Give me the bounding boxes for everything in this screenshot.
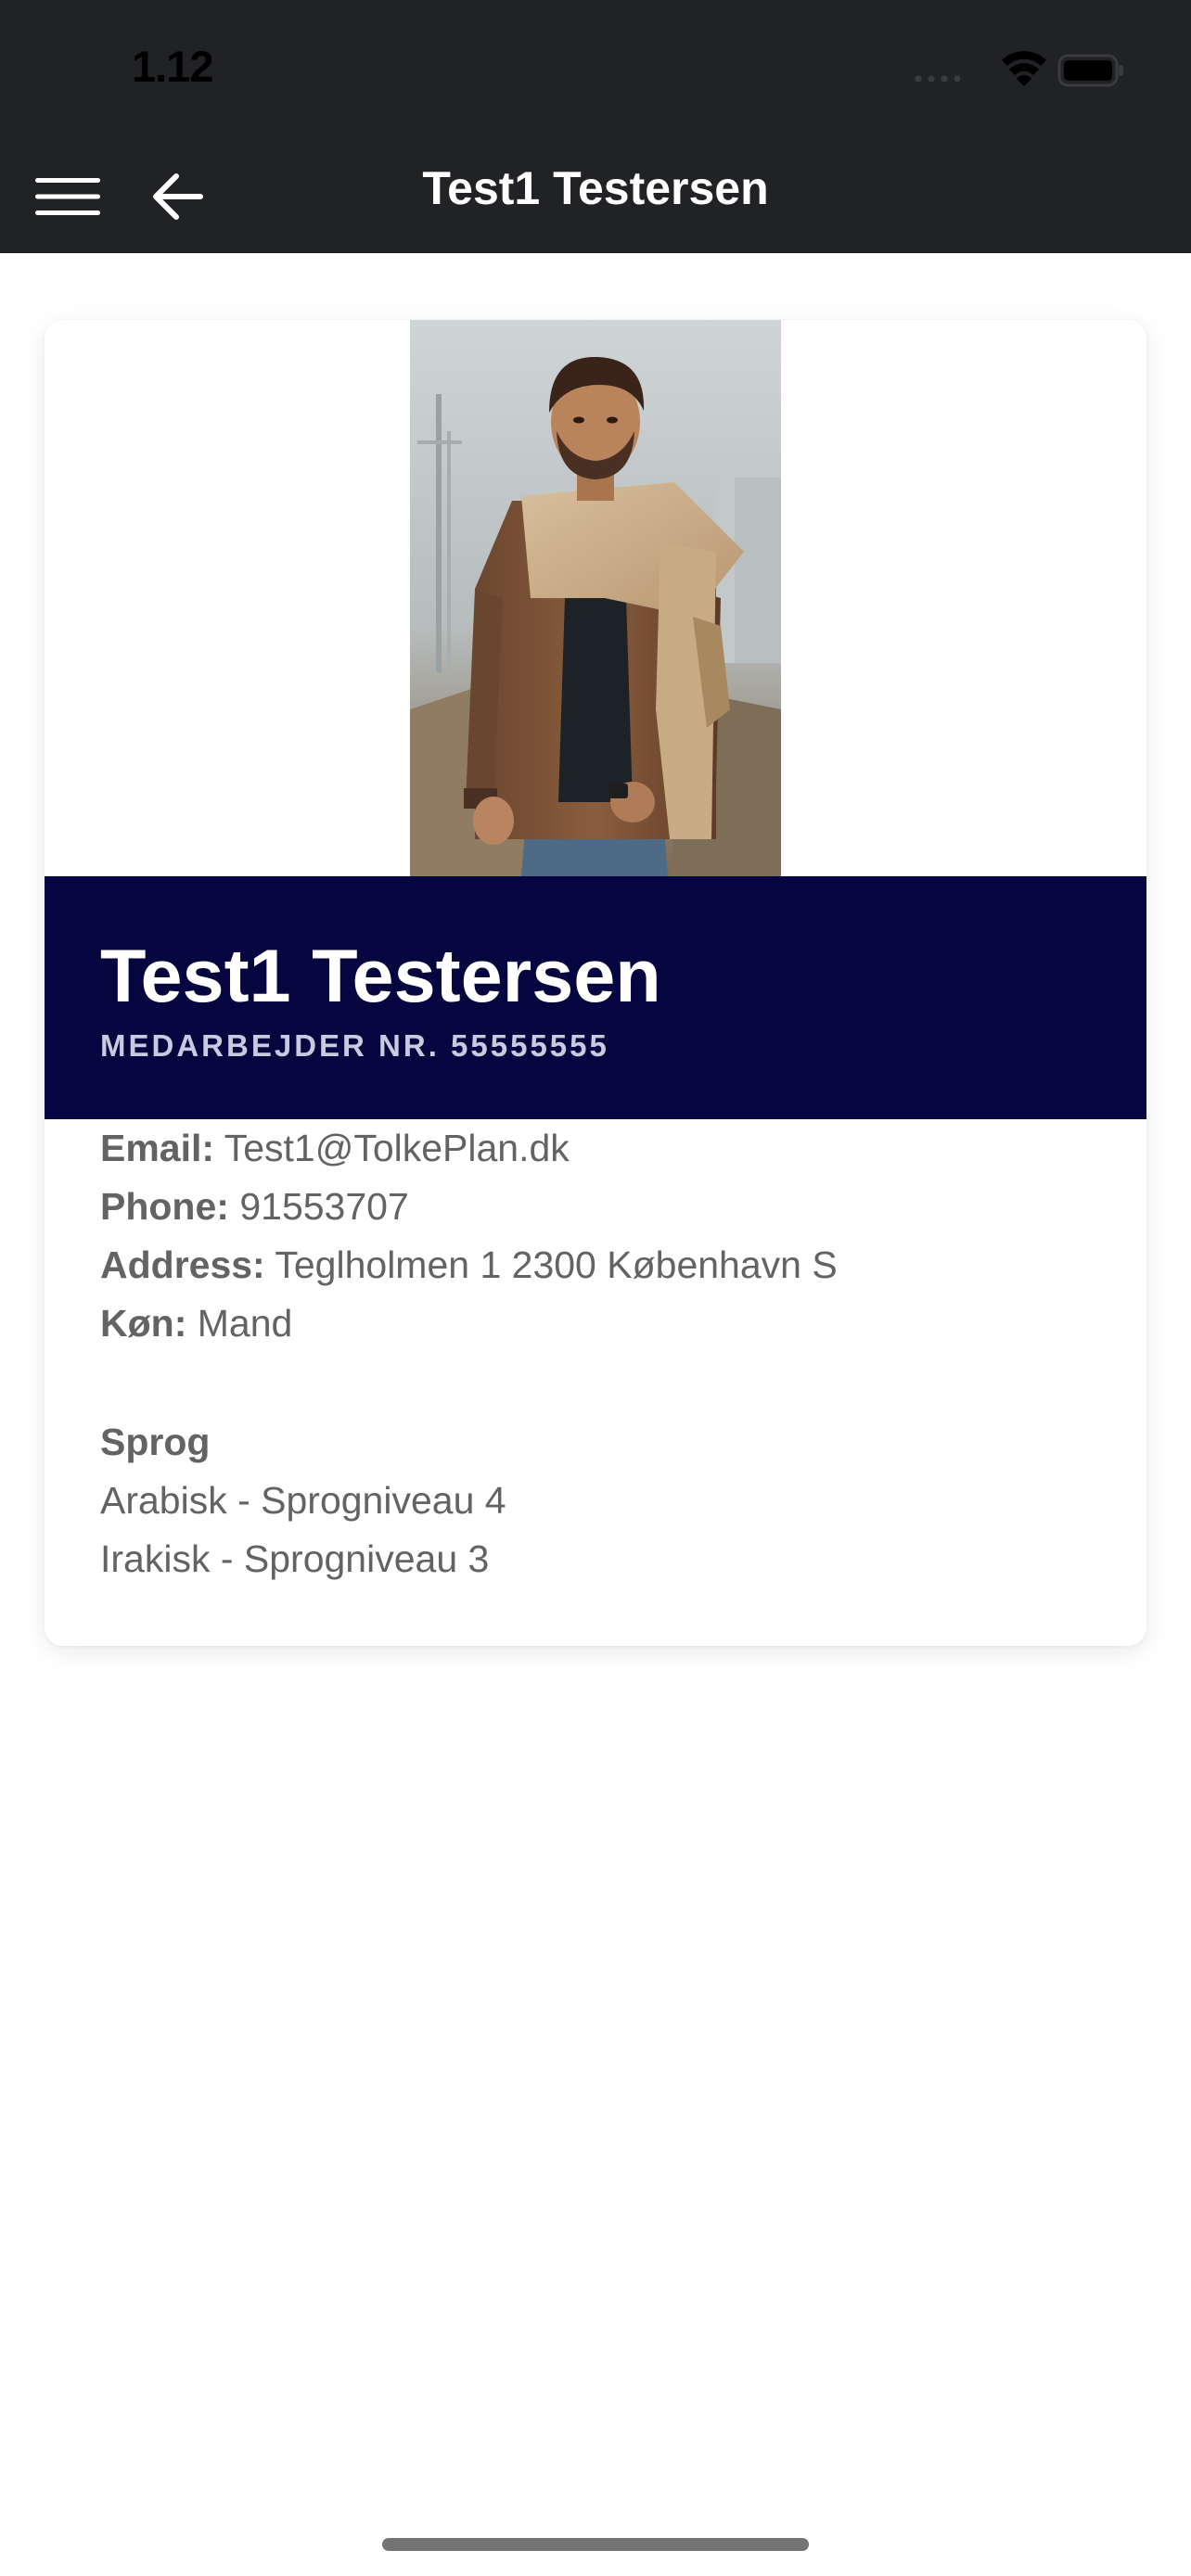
email-label: Email: xyxy=(100,1127,215,1169)
wifi-icon xyxy=(1002,51,1046,86)
email-value: Test1@TolkePlan.dk xyxy=(224,1127,570,1169)
employee-profile-card: Test1 Testersen MEDARBEJDER NR. 55555555… xyxy=(45,320,1146,1646)
employee-number: MEDARBEJDER NR. 55555555 xyxy=(100,1028,609,1063)
phone-row: Phone: 91553707 xyxy=(100,1178,1102,1236)
page-title: Test1 Testersen xyxy=(422,162,769,214)
address-row: Address: Teglholmen 1 2300 København S xyxy=(100,1236,1102,1294)
status-time: 1.12 xyxy=(132,42,213,91)
language-item: Arabisk - Sprogniveau 4 xyxy=(100,1479,506,1522)
top-navigation-bar: Test1 Testersen xyxy=(0,139,1191,253)
status-icons xyxy=(911,45,1124,91)
battery-icon xyxy=(1057,54,1123,87)
employee-name: Test1 Testersen xyxy=(100,935,661,1018)
address-value: Teglholmen 1 2300 København S xyxy=(275,1243,838,1286)
phone-value: 91553707 xyxy=(239,1185,409,1228)
signal-icon xyxy=(915,75,961,83)
email-row: Email: Test1@TolkePlan.dk xyxy=(100,1119,1102,1178)
contact-details: Email: Test1@TolkePlan.dk Phone: 9155370… xyxy=(100,1119,1102,1588)
profile-header: Test1 Testersen MEDARBEJDER NR. 55555555 xyxy=(45,876,1146,1119)
gender-label: Køn: xyxy=(100,1302,187,1345)
address-label: Address: xyxy=(100,1243,265,1286)
status-bar: 1.12 xyxy=(0,0,1191,139)
gender-value: Mand xyxy=(197,1302,293,1345)
language-item: Irakisk - Sprogniveau 3 xyxy=(100,1537,490,1580)
phone-label: Phone: xyxy=(100,1185,229,1228)
languages-heading: Sprog xyxy=(100,1421,211,1463)
home-indicator[interactable] xyxy=(382,2538,809,2551)
profile-photo xyxy=(410,320,781,876)
gender-row: Køn: Mand xyxy=(100,1294,1102,1353)
